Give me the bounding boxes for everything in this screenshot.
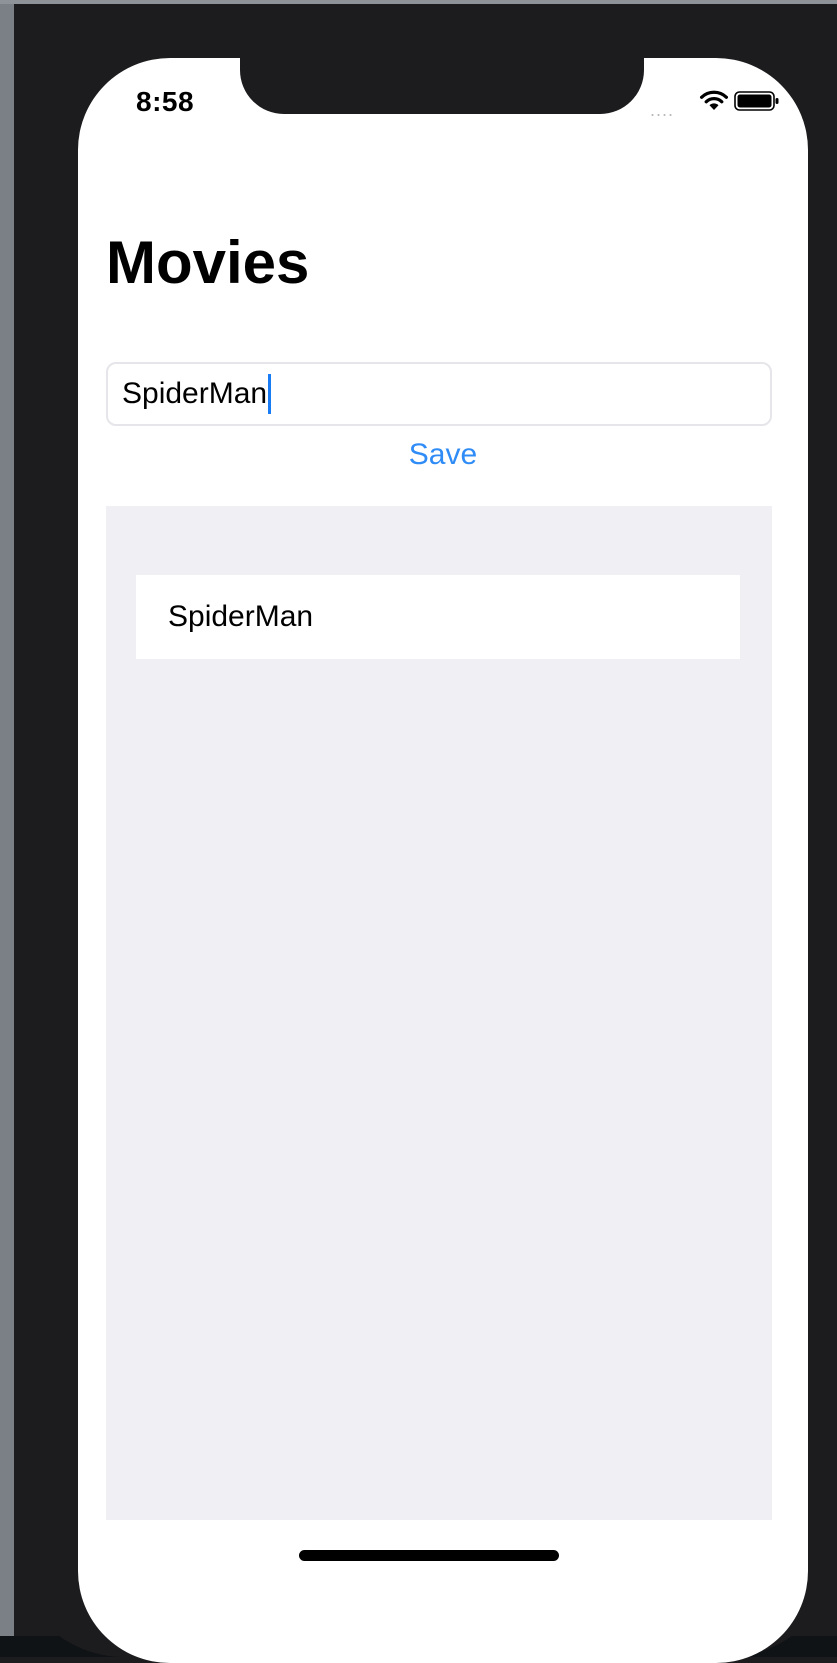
list-item[interactable]: SpiderMan xyxy=(136,575,740,659)
iphone-simulator-frame: 8:58 .... Movies SpiderMan Save SpiderMa… xyxy=(14,4,837,1663)
status-bar-time: 8:58 xyxy=(136,86,195,117)
list-item-label: SpiderMan xyxy=(168,600,314,633)
save-button[interactable]: Save xyxy=(78,438,808,472)
device-notch xyxy=(240,58,644,114)
movie-name-input-value: SpiderMan xyxy=(122,377,268,410)
desktop-background-left xyxy=(0,0,14,1657)
phone-screen: 8:58 .... Movies SpiderMan Save SpiderMa… xyxy=(78,58,808,1663)
battery-icon xyxy=(734,91,779,111)
text-cursor xyxy=(268,374,272,414)
cellular-signal-icon: .... xyxy=(650,100,675,120)
movies-list[interactable]: SpiderMan xyxy=(106,506,772,1520)
page-title: Movies xyxy=(106,229,310,296)
home-indicator[interactable] xyxy=(299,1550,559,1561)
movie-name-input[interactable]: SpiderMan xyxy=(106,362,772,426)
wifi-icon xyxy=(700,90,728,110)
